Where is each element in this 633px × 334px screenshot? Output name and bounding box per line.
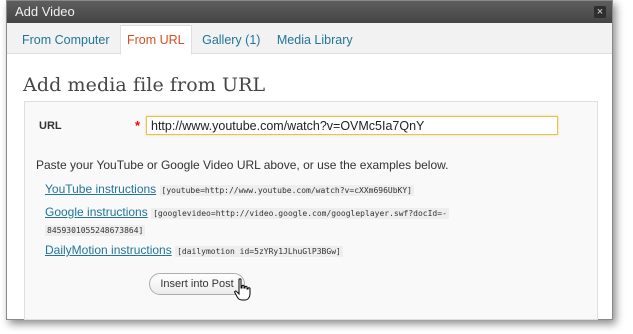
- url-form-panel: URL * http://www.youtube.com/watch?v=OVM…: [24, 101, 598, 320]
- tab-media-library[interactable]: Media Library: [271, 26, 359, 54]
- tab-bar: From Computer From URL Gallery (1) Media…: [7, 23, 612, 55]
- url-row: URL * http://www.youtube.com/watch?v=OVM…: [25, 112, 597, 140]
- insert-into-post-button[interactable]: Insert into Post: [149, 273, 245, 295]
- google-example-code-cont: 8459301055248673864]: [45, 225, 146, 236]
- example-youtube: YouTube instructions [youtube=http://www…: [45, 182, 414, 196]
- dialog-content: Add media file from URL: [7, 74, 612, 96]
- required-marker: *: [135, 118, 141, 133]
- tab-from-url[interactable]: From URL: [119, 25, 192, 55]
- url-hint-text: Paste your YouTube or Google Video URL a…: [36, 158, 449, 172]
- page-title: Add media file from URL: [23, 74, 266, 96]
- tab-from-computer[interactable]: From Computer: [16, 26, 116, 54]
- youtube-example-code: [youtube=http://www.youtube.com/watch?v=…: [159, 185, 414, 196]
- dailymotion-example-code: [dailymotion id=5zYRy1JLhuGlP3BGw]: [175, 246, 343, 257]
- hand-pointer-icon: [234, 278, 251, 301]
- google-instructions-link[interactable]: Google instructions: [45, 205, 148, 219]
- dailymotion-instructions-link[interactable]: DailyMotion instructions: [45, 243, 172, 257]
- example-google: Google instructions [googlevideo=http://…: [45, 205, 449, 219]
- dialog-titlebar: Add Video ×: [7, 1, 612, 23]
- example-dailymotion: DailyMotion instructions [dailymotion id…: [45, 243, 343, 257]
- url-input[interactable]: http://www.youtube.com/watch?v=OVMc5Ia7Q…: [146, 116, 558, 135]
- url-label: URL: [39, 120, 62, 132]
- tab-gallery[interactable]: Gallery (1): [196, 26, 266, 54]
- add-video-dialog: Add Video × From Computer From URL Galle…: [6, 0, 613, 320]
- close-icon[interactable]: ×: [594, 6, 606, 18]
- google-example-code: [googlevideo=http://video.google.com/goo…: [151, 208, 449, 219]
- dialog-title: Add Video: [15, 4, 75, 19]
- youtube-instructions-link[interactable]: YouTube instructions: [45, 182, 156, 196]
- example-google-cont: 8459301055248673864]: [45, 222, 146, 236]
